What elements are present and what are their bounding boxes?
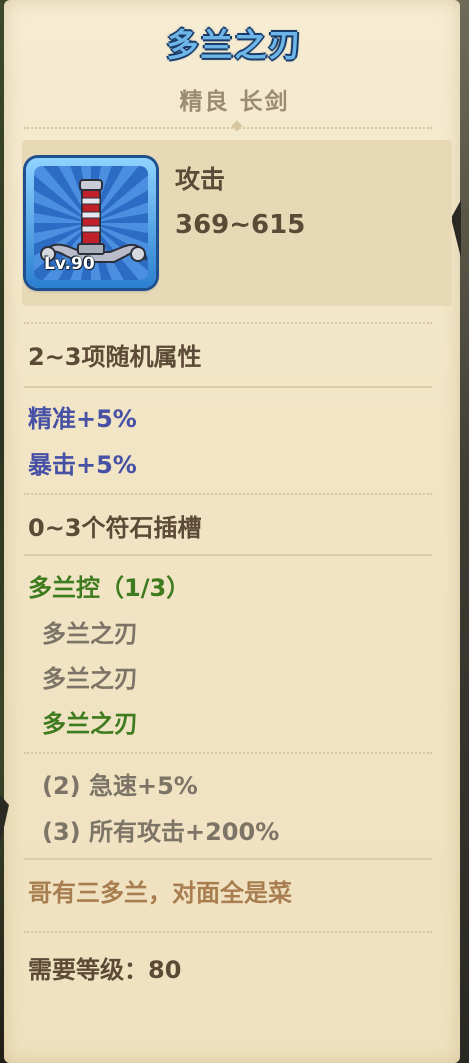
divider (24, 931, 432, 933)
set-piece-owned: 多兰之刃 (42, 710, 138, 738)
item-title: 多兰之刃 (166, 26, 303, 64)
level-requirement: 需要等级：80 (28, 956, 182, 984)
set-piece: 多兰之刃 (42, 620, 138, 648)
item-quality-type: 精良 长剑 (179, 89, 290, 115)
divider (24, 752, 432, 754)
divider (24, 127, 432, 129)
rune-slots-text: 0~3个符石插槽 (28, 514, 202, 542)
divider (24, 493, 432, 495)
divider (24, 322, 432, 324)
divider (24, 386, 432, 388)
stat-panel: Lv.90 攻击 369~615 (22, 140, 452, 306)
level-badge: Lv.90 (44, 254, 95, 274)
divider (24, 554, 432, 556)
sword-icon: Lv.90 (34, 166, 148, 280)
item-icon-frame[interactable]: Lv.90 (26, 158, 156, 288)
set-piece: 多兰之刃 (42, 665, 138, 693)
card-edge-notch (0, 795, 9, 845)
random-attrs-header: 2~3项随机属性 (28, 343, 202, 371)
set-bonus: (2) 急速+5% (42, 772, 198, 800)
card-edge-notch (451, 200, 461, 258)
set-title: 多兰控（1/3） (28, 574, 191, 602)
random-attr-item: 精准+5% (28, 405, 137, 433)
flavor-text: 哥有三多兰，对面全是菜 (28, 879, 292, 907)
stat-value: 369~615 (175, 210, 306, 240)
random-attr-item: 暴击+5% (28, 451, 137, 479)
set-bonus: (3) 所有攻击+200% (42, 818, 280, 846)
stat-label: 攻击 (175, 165, 226, 194)
divider (24, 858, 432, 860)
